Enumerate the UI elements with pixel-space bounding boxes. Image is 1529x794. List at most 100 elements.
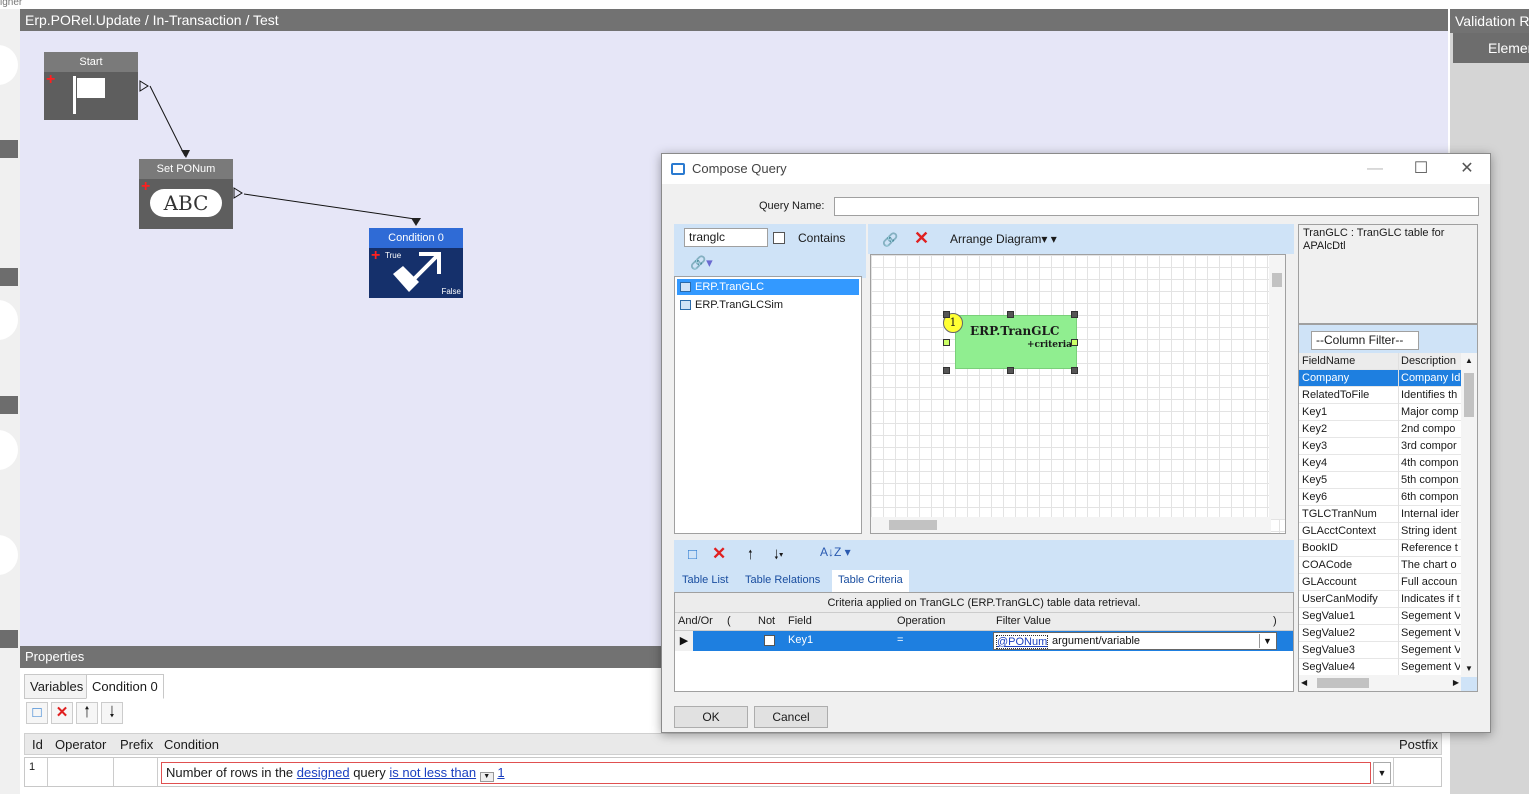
- arrange-diagram-button[interactable]: Arrange Diagram▾ ▾: [950, 232, 1057, 246]
- table-row[interactable]: Company Company Id: [1299, 370, 1461, 387]
- move-down-icon[interactable]: 🠓: [101, 702, 123, 724]
- col-not: Not: [758, 615, 776, 627]
- table-row[interactable]: Key6 6th compon: [1299, 489, 1461, 506]
- table-row[interactable]: COACode The chart o: [1299, 557, 1461, 574]
- columns-vertical-scrollbar[interactable]: ▲ ▼: [1461, 353, 1477, 677]
- operator-dropdown-icon[interactable]: ▼: [479, 772, 494, 782]
- operator-link[interactable]: is not less than: [389, 765, 476, 780]
- not-checkbox[interactable]: [764, 635, 775, 646]
- col-condition: Condition: [164, 737, 219, 752]
- table-icon: [680, 282, 691, 292]
- dock-tab[interactable]: [0, 430, 18, 470]
- resize-handle[interactable]: [1071, 339, 1078, 346]
- dock-tab[interactable]: [0, 300, 18, 340]
- table-row[interactable]: SegValue1 Segement V: [1299, 608, 1461, 625]
- col-and-or: And/Or: [678, 615, 713, 627]
- delete-icon[interactable]: ✕: [51, 702, 73, 724]
- value-link[interactable]: 1: [497, 765, 504, 780]
- dock-tab[interactable]: [0, 535, 18, 575]
- ponum-link[interactable]: @PONum: [996, 635, 1049, 649]
- column-filter-input[interactable]: --Column Filter--: [1311, 331, 1419, 350]
- condition-expression[interactable]: Number of rows in the designed query is …: [161, 762, 1371, 784]
- column-field: Company: [1302, 372, 1350, 384]
- table-row[interactable]: SegValue2 Segement V: [1299, 625, 1461, 642]
- flag-icon: [73, 76, 105, 114]
- resize-handle[interactable]: [1007, 311, 1014, 318]
- node-condition[interactable]: Condition 0 + True False: [369, 228, 463, 298]
- move-up-icon[interactable]: 🠑: [76, 702, 98, 724]
- table-row[interactable]: Key5 5th compon: [1299, 472, 1461, 489]
- table-name: ERP.TranGLCSim: [695, 299, 784, 311]
- column-field: Key6: [1302, 491, 1328, 503]
- criteria-operation[interactable]: =: [897, 634, 903, 646]
- table-row[interactable]: GLAccount Full accoun: [1299, 574, 1461, 591]
- resize-handle[interactable]: [943, 367, 950, 374]
- add-icon[interactable]: +: [371, 248, 380, 264]
- contains-checkbox[interactable]: [773, 232, 785, 244]
- ok-button[interactable]: OK: [674, 706, 748, 728]
- add-icon[interactable]: +: [46, 72, 55, 88]
- dialog-title: Compose Query: [692, 161, 787, 176]
- table-row[interactable]: UserCanModify Indicates if t: [1299, 591, 1461, 608]
- move-up-icon[interactable]: 🠑: [748, 546, 753, 568]
- filter-dropdown-icon[interactable]: ▼: [1259, 634, 1275, 648]
- new-icon[interactable]: □: [26, 702, 48, 724]
- resize-handle[interactable]: [1071, 367, 1078, 374]
- table-row[interactable]: TGLCTranNum Internal ider: [1299, 506, 1461, 523]
- table-row[interactable]: ▶ Key1 = @PONum argument/variable ▼: [675, 631, 1293, 651]
- column-field: Key2: [1302, 423, 1328, 435]
- validation-element-column[interactable]: Elemen: [1453, 33, 1529, 63]
- table-row[interactable]: Key3 3rd compor: [1299, 438, 1461, 455]
- node-start[interactable]: Start +: [44, 52, 138, 120]
- table-row[interactable]: SegValue4 Segement V: [1299, 659, 1461, 676]
- column-field: RelatedToFile: [1302, 389, 1370, 401]
- table-row[interactable]: GLAcctContext String ident: [1299, 523, 1461, 540]
- tab-table-list[interactable]: Table List: [682, 574, 728, 586]
- vertical-scrollbar[interactable]: [1269, 255, 1285, 519]
- columns-horizontal-scrollbar[interactable]: ◀ ▶: [1299, 675, 1461, 691]
- resize-handle[interactable]: [943, 339, 950, 346]
- table-row[interactable]: Key2 2nd compo: [1299, 421, 1461, 438]
- tab-table-relations[interactable]: Table Relations: [745, 574, 820, 586]
- criteria-field[interactable]: Key1: [788, 634, 813, 646]
- query-name-input[interactable]: [834, 197, 1479, 216]
- delete-icon[interactable]: ✕: [914, 228, 929, 249]
- row-selector-icon[interactable]: ▶: [675, 631, 693, 651]
- condition-dropdown-icon[interactable]: ▼: [1373, 762, 1391, 784]
- resize-handle[interactable]: [1071, 311, 1078, 318]
- query-diagram[interactable]: ERP.TranGLC +criteria 1: [870, 254, 1286, 534]
- add-icon[interactable]: +: [141, 179, 150, 195]
- link-icon[interactable]: 🔗▾: [690, 255, 713, 271]
- diagram-table-box[interactable]: ERP.TranGLC +criteria: [955, 315, 1077, 369]
- maximize-icon[interactable]: ☐: [1398, 154, 1444, 184]
- move-down-icon[interactable]: 🠓▾: [774, 546, 784, 568]
- compose-query-dialog: Compose Query — ☐ ✕ Query Name: tranglc …: [661, 153, 1491, 733]
- table-row[interactable]: BookID Reference t: [1299, 540, 1461, 557]
- designed-link[interactable]: designed: [297, 765, 350, 780]
- table-row[interactable]: Key4 4th compon: [1299, 455, 1461, 472]
- sort-icon[interactable]: A↓Z ▾: [820, 545, 851, 559]
- resize-handle[interactable]: [1007, 367, 1014, 374]
- horizontal-scrollbar[interactable]: [871, 517, 1271, 533]
- new-icon[interactable]: □: [688, 546, 697, 563]
- list-item[interactable]: ERP.TranGLCSim: [677, 297, 859, 313]
- table-row[interactable]: 1 Number of rows in the designed query i…: [24, 757, 1442, 787]
- tab-condition-0[interactable]: Condition 0: [86, 674, 164, 699]
- table-search-input[interactable]: tranglc: [684, 228, 768, 247]
- link-icon[interactable]: 🔗: [882, 232, 898, 248]
- filter-value-field[interactable]: @PONum argument/variable ▼: [993, 632, 1277, 650]
- column-description: Indicates if t: [1398, 591, 1460, 608]
- list-item[interactable]: ERP.TranGLC: [677, 279, 859, 295]
- dock-tab[interactable]: [0, 45, 18, 85]
- table-row[interactable]: Key1 Major comp: [1299, 404, 1461, 421]
- tab-variables[interactable]: Variables: [24, 674, 90, 699]
- table-row[interactable]: SegValue3 Segement V: [1299, 642, 1461, 659]
- delete-icon[interactable]: ✕: [712, 544, 726, 564]
- node-set-ponum[interactable]: Set PONum + ABC: [139, 159, 233, 229]
- cancel-button[interactable]: Cancel: [754, 706, 828, 728]
- resize-handle[interactable]: [943, 311, 950, 318]
- table-row[interactable]: RelatedToFile Identifies th: [1299, 387, 1461, 404]
- minimize-icon[interactable]: —: [1352, 154, 1398, 184]
- tab-table-criteria[interactable]: Table Criteria: [832, 570, 909, 592]
- close-icon[interactable]: ✕: [1444, 154, 1490, 184]
